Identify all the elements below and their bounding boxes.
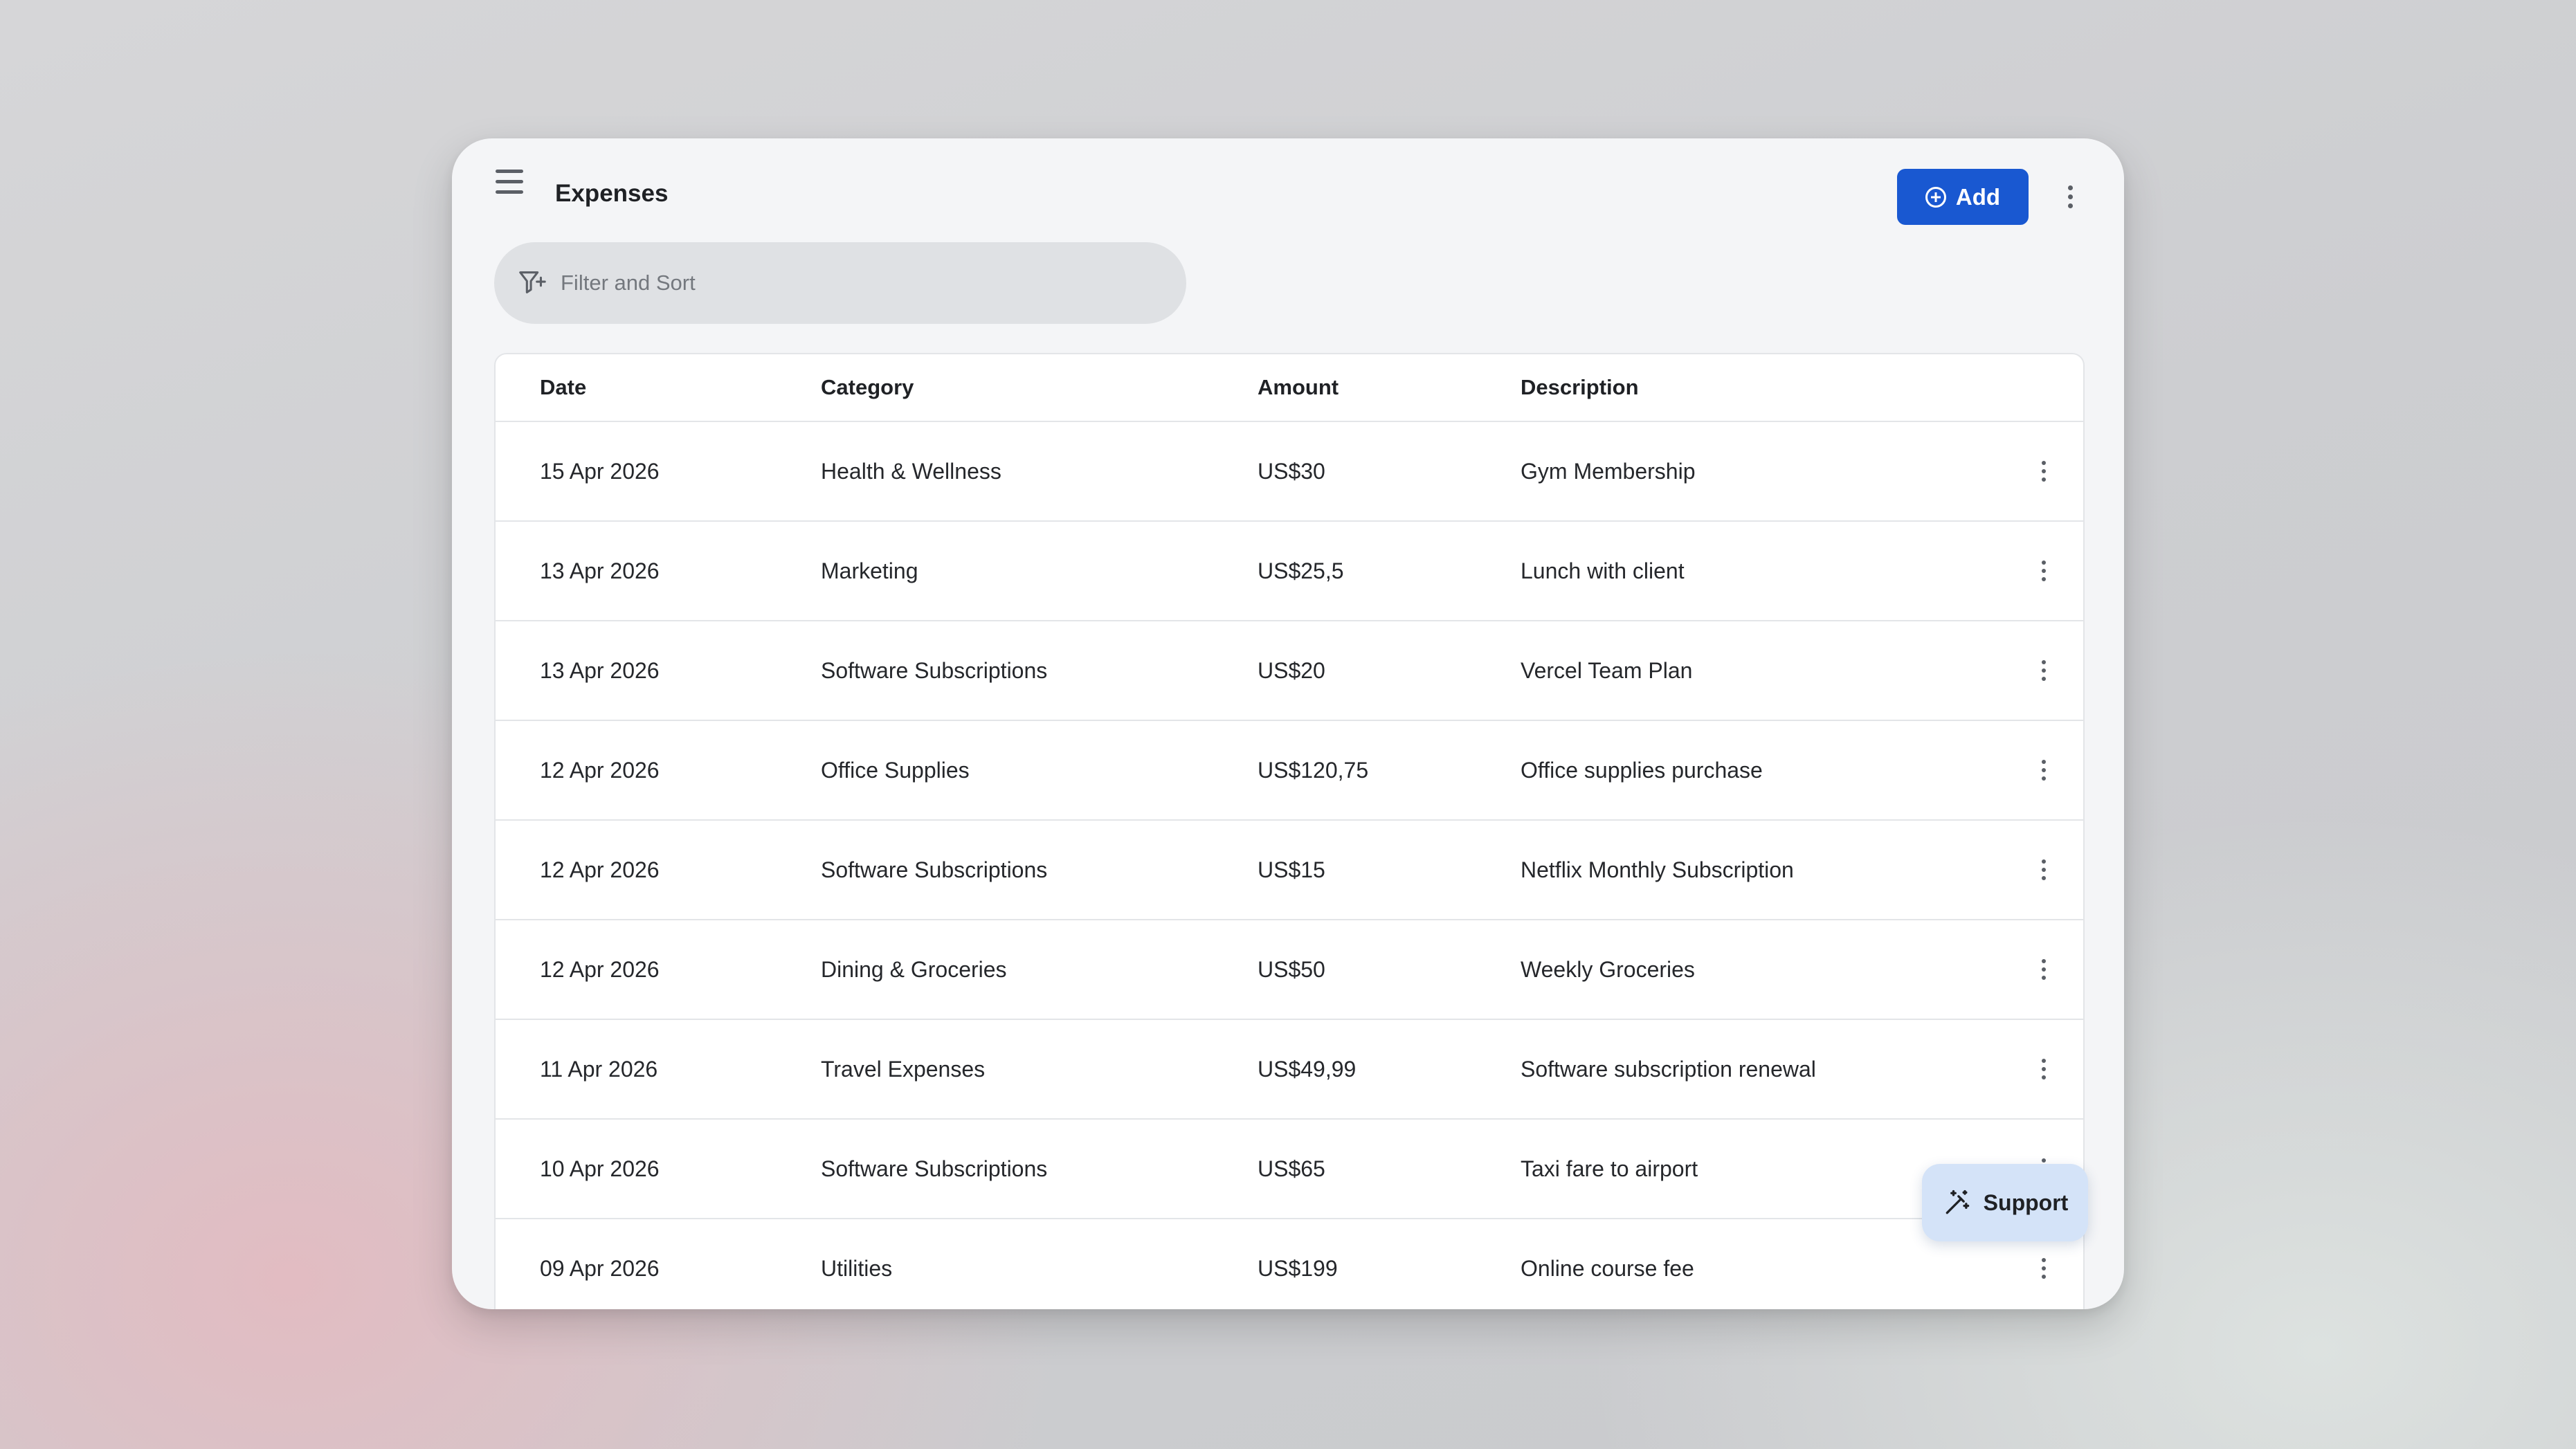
- cell-date: 12 Apr 2026: [540, 857, 660, 882]
- plus-circle-icon: [1925, 186, 1946, 208]
- cell-category: Dining & Groceries: [821, 956, 1007, 982]
- row-more-icon[interactable]: [2032, 1048, 2056, 1090]
- cell-date: 12 Apr 2026: [540, 757, 660, 783]
- table-row[interactable]: 15 Apr 2026 Health & Wellness US$30 Gym …: [496, 422, 2083, 522]
- add-button[interactable]: Add: [1897, 169, 2029, 225]
- cell-description: Gym Membership: [1521, 458, 1696, 484]
- cell-amount: US$20: [1258, 657, 1325, 683]
- cell-date: 13 Apr 2026: [540, 558, 660, 583]
- support-button[interactable]: Support: [1922, 1164, 2088, 1241]
- row-more-icon[interactable]: [2032, 1248, 2056, 1289]
- cell-amount: US$25,5: [1258, 558, 1344, 583]
- row-more-icon[interactable]: [2032, 749, 2056, 791]
- cell-date: 10 Apr 2026: [540, 1156, 660, 1181]
- cell-description: Weekly Groceries: [1521, 956, 1695, 982]
- cell-date: 15 Apr 2026: [540, 458, 660, 484]
- hamburger-menu-icon[interactable]: [489, 160, 532, 203]
- more-options-icon[interactable]: [2056, 176, 2084, 217]
- cell-date: 11 Apr 2026: [540, 1056, 658, 1082]
- table-row[interactable]: 10 Apr 2026 Software Subscriptions US$65…: [496, 1120, 2083, 1219]
- cell-date: 12 Apr 2026: [540, 956, 660, 982]
- table-row[interactable]: 12 Apr 2026 Software Subscriptions US$15…: [496, 821, 2083, 920]
- table-row[interactable]: 09 Apr 2026 Utilities US$199 Online cour…: [496, 1219, 2083, 1309]
- filter-sort-input[interactable]: Filter and Sort: [494, 242, 1186, 324]
- cell-category: Utilities: [821, 1255, 893, 1281]
- cell-category: Marketing: [821, 558, 918, 583]
- cell-description: Online course fee: [1521, 1255, 1694, 1281]
- add-button-label: Add: [1955, 183, 2001, 210]
- table-row[interactable]: 13 Apr 2026 Marketing US$25,5 Lunch with…: [496, 522, 2083, 621]
- page-title: Expenses: [555, 180, 669, 207]
- cell-amount: US$50: [1258, 956, 1325, 982]
- cell-date: 13 Apr 2026: [540, 657, 660, 683]
- table-row[interactable]: 12 Apr 2026 Office Supplies US$120,75 Of…: [496, 721, 2083, 821]
- cell-amount: US$30: [1258, 458, 1325, 484]
- cell-amount: US$120,75: [1258, 757, 1369, 783]
- cell-date: 09 Apr 2026: [540, 1255, 660, 1281]
- cell-description: Netflix Monthly Subscription: [1521, 857, 1794, 882]
- cell-amount: US$15: [1258, 857, 1325, 882]
- row-more-icon[interactable]: [2032, 450, 2056, 492]
- row-more-icon[interactable]: [2032, 550, 2056, 592]
- filter-placeholder: Filter and Sort: [561, 271, 696, 295]
- row-more-icon[interactable]: [2032, 650, 2056, 691]
- row-more-icon[interactable]: [2032, 849, 2056, 891]
- app-window: Expenses Add Filter and Sort Date Catego…: [452, 138, 2124, 1309]
- magic-wand-icon: [1945, 1190, 1969, 1214]
- cell-description: Lunch with client: [1521, 558, 1685, 583]
- cell-category: Office Supplies: [821, 757, 970, 783]
- cell-description: Software subscription renewal: [1521, 1056, 1816, 1082]
- filter-sparkle-icon: [519, 271, 546, 293]
- cell-category: Software Subscriptions: [821, 657, 1048, 683]
- table-header: Date Category Amount Description: [496, 354, 2083, 422]
- expenses-table: Date Category Amount Description 15 Apr …: [494, 353, 2085, 1309]
- cell-category: Travel Expenses: [821, 1056, 986, 1082]
- cell-amount: US$49,99: [1258, 1056, 1357, 1082]
- column-header-category[interactable]: Category: [821, 354, 914, 421]
- column-header-date[interactable]: Date: [540, 354, 586, 421]
- table-row[interactable]: 11 Apr 2026 Travel Expenses US$49,99 Sof…: [496, 1020, 2083, 1120]
- cell-amount: US$199: [1258, 1255, 1338, 1281]
- cell-category: Software Subscriptions: [821, 1156, 1048, 1181]
- cell-category: Software Subscriptions: [821, 857, 1048, 882]
- cell-description: Office supplies purchase: [1521, 757, 1763, 783]
- cell-description: Vercel Team Plan: [1521, 657, 1693, 683]
- cell-category: Health & Wellness: [821, 458, 1001, 484]
- row-more-icon[interactable]: [2032, 949, 2056, 990]
- table-row[interactable]: 12 Apr 2026 Dining & Groceries US$50 Wee…: [496, 920, 2083, 1020]
- cell-amount: US$65: [1258, 1156, 1325, 1181]
- column-header-description[interactable]: Description: [1521, 354, 1639, 421]
- cell-description: Taxi fare to airport: [1521, 1156, 1698, 1181]
- column-header-amount[interactable]: Amount: [1258, 354, 1339, 421]
- support-label: Support: [1983, 1190, 2069, 1215]
- table-row[interactable]: 13 Apr 2026 Software Subscriptions US$20…: [496, 621, 2083, 721]
